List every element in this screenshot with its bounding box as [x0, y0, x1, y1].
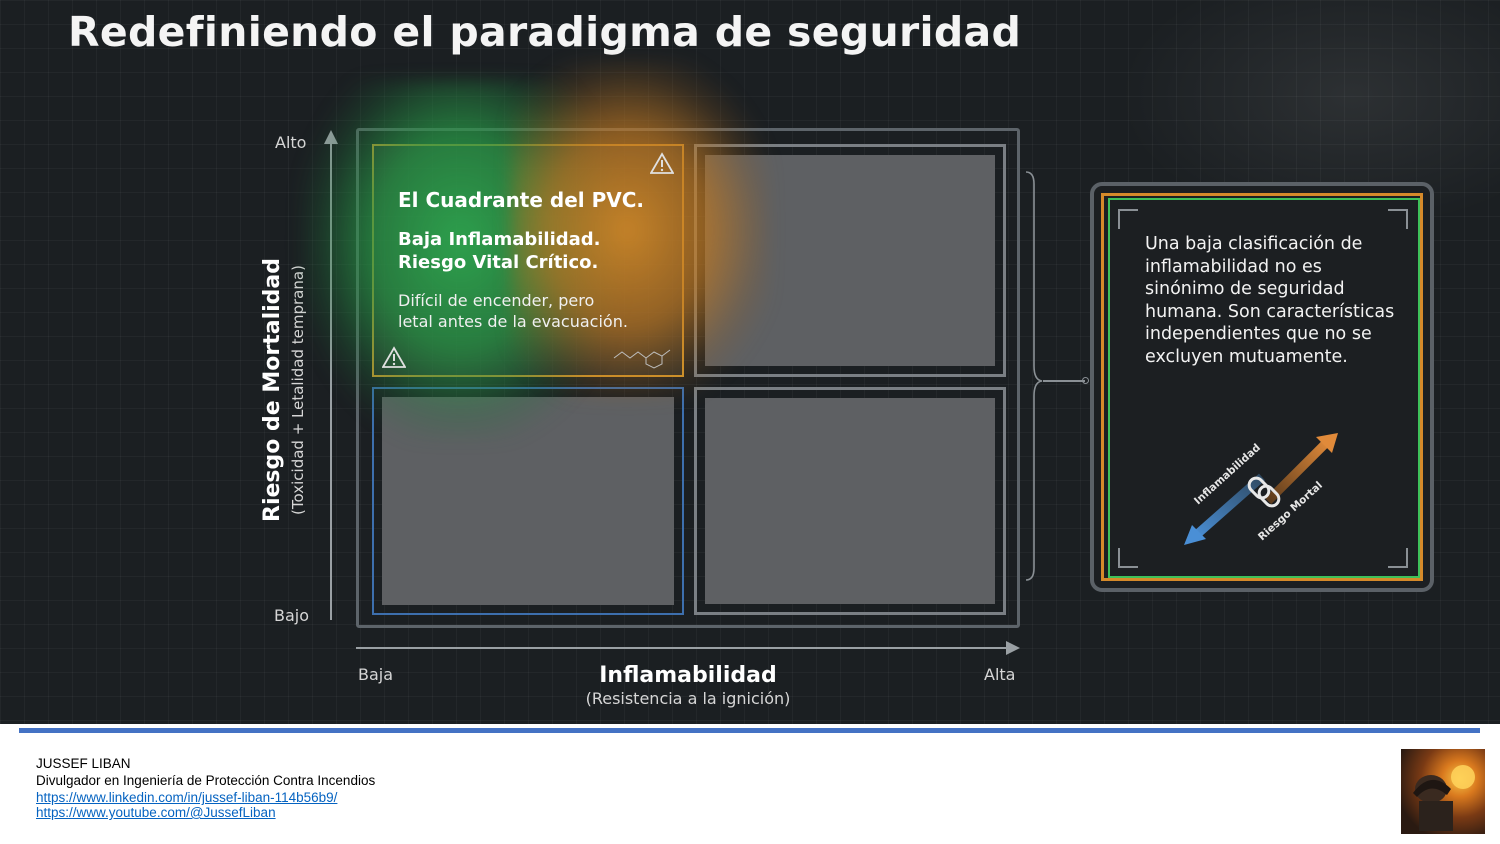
x-axis-subtitle: (Resistencia a la ignición) [585, 689, 791, 708]
x-axis-low-label: Baja [358, 665, 394, 684]
x-axis-line [356, 647, 1008, 649]
pvc-description-line-1: Difícil de encender, pero [398, 291, 595, 310]
pvc-quadrant-title: El Cuadrante del PVC. [398, 188, 645, 212]
linkedin-link[interactable]: https://www.linkedin.com/in/jussef-liban… [36, 790, 337, 805]
panel-corner [1118, 548, 1138, 568]
pvc-bold-line-1: Baja Inflamabilidad. [398, 229, 601, 250]
footer-divider [19, 728, 1480, 733]
arrow-label-mortal-risk: Riesgo Mortal [1256, 479, 1325, 543]
pvc-bold-line-2: Riesgo Vital Crítico. [398, 252, 599, 273]
slide-image: Redefiniendo el paradigma de seguridad A… [0, 0, 1500, 724]
connector-line [1043, 380, 1085, 382]
x-axis-high-label: Alta [984, 665, 1016, 684]
insight-text: Una baja clasificación de inflamabilidad… [1145, 234, 1395, 367]
molecule-icon [613, 349, 671, 369]
author-name: JUSSEF LIBAN [36, 756, 131, 771]
arrow-label-flammability: Inflamabilidad [1192, 442, 1263, 508]
avatar [1401, 749, 1485, 834]
panel-corner [1388, 209, 1408, 229]
warning-icon [650, 152, 674, 174]
x-axis-arrow [1006, 641, 1020, 655]
panel-corner [1118, 209, 1138, 229]
brace-connector [1025, 171, 1043, 581]
warning-icon [382, 346, 406, 368]
connector-dot [1082, 377, 1089, 384]
double-arrows-graphic: Inflamabilidad Riesgo Mortal [1184, 433, 1338, 545]
author-role: Divulgador en Ingeniería de Protección C… [36, 773, 376, 788]
youtube-link[interactable]: https://www.youtube.com/@JussefLiban [36, 805, 276, 820]
firefighter-photo [1413, 765, 1475, 831]
slide-title: Redefiniendo el paradigma de seguridad [68, 8, 1022, 56]
y-axis-low-label: Bajo [274, 606, 310, 625]
linkedin-link-row: https://www.linkedin.com/in/jussef-liban… [36, 790, 337, 805]
youtube-link-row: https://www.youtube.com/@JussefLiban [36, 805, 276, 820]
y-axis-title: Riesgo de Mortalidad [260, 258, 285, 522]
pvc-description-line-2: letal antes de la evacuación. [398, 312, 628, 331]
quadrant-high-flammability-low-risk [694, 387, 1006, 615]
panel-corner [1388, 548, 1408, 568]
x-axis-title: Inflamabilidad [599, 663, 777, 688]
